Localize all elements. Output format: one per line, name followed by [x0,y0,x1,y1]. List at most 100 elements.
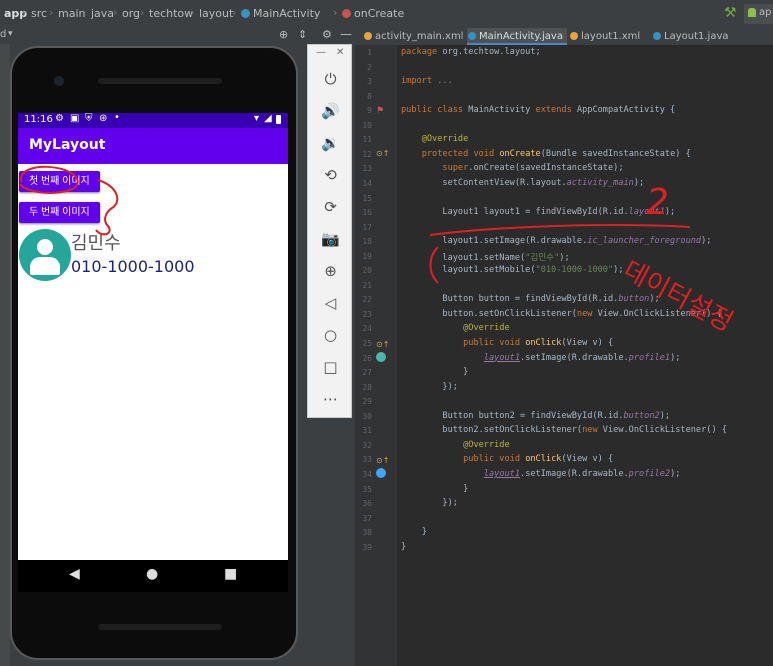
app-bar: MyLayout [18,128,288,164]
code-line[interactable]: import ... [401,76,453,86]
run-config-selector[interactable]: ap [744,4,773,24]
implement-gutter-icon: ⊙↑ [376,456,390,465]
override-gutter-icon: ⊙↑ [376,149,390,158]
home-icon[interactable]: ○ [308,321,353,349]
code-line[interactable]: } [401,367,468,377]
line-number: 13 [362,164,372,174]
line-number: 19 [362,251,372,261]
breadcrumb-src[interactable]: src [31,7,47,20]
close-icon[interactable]: ✕ [336,47,344,58]
line-number: 37 [362,513,372,523]
project-tree-strip [0,44,10,666]
settings-notification-icon: ⚙ [55,113,64,124]
java-class-icon [653,32,661,40]
line-number: 29 [362,397,372,407]
line-number: 10 [362,120,372,130]
breadcrumb-separator-icon: › [82,6,87,19]
rotate-right-icon[interactable]: ⟳ [308,193,353,221]
build-hammer-icon[interactable]: ⚒ [724,5,737,21]
line-number: 22 [362,295,372,305]
class-gutter-icon: ⚑ [376,106,385,116]
code-line[interactable]: } [401,527,427,537]
more-icon[interactable]: ⋯ [308,385,353,413]
line-number: 2 [367,62,372,72]
avatar-gutter-icon [376,352,386,362]
profile-mobile: 010-1000-1000 [71,257,195,276]
breadcrumb-layout[interactable]: layout [199,7,233,20]
annotation-circle-1 [19,165,79,194]
tab-label: Layout1.java [664,31,729,42]
code-line[interactable]: layout1.setImage(R.drawable.profile2); [401,469,681,479]
tab-activity-main-xml[interactable]: activity_main.xml [363,28,475,45]
target-icon[interactable]: ⊕ [279,28,288,41]
breadcrumb-java[interactable]: java [91,7,114,20]
speaker-grille [98,78,222,84]
code-line[interactable]: Button button2 = findViewById(R.id.butto… [401,411,670,421]
wifi-icon: ▾ [254,113,260,124]
code-line[interactable]: }); [401,498,458,508]
breadcrumb-mainactivity[interactable]: MainActivity [253,7,320,20]
zoom-icon[interactable]: ⊕ [308,257,353,285]
breadcrumb-separator-icon: › [232,6,237,19]
annotation-scribble [19,165,119,236]
code-line[interactable]: layout1.setImage(R.drawable.profile1); [401,353,681,363]
code-line[interactable]: } [401,484,468,494]
code-line[interactable]: }); [401,382,458,392]
line-number: 28 [362,382,372,392]
code-line[interactable]: @Override [401,440,510,450]
line-number: 23 [362,309,372,319]
code-line[interactable]: public class MainActivity extends AppCom… [401,105,675,115]
minimize-icon[interactable]: — [340,27,352,41]
line-number: 33 [362,455,372,465]
annotation-underline [429,224,691,236]
breadcrumb-separator-icon: › [333,6,338,19]
breadcrumb-techtow[interactable]: techtow [149,7,193,20]
back-icon[interactable]: ◁ [308,289,353,317]
tab-layout1-xml[interactable]: layout1.xml [569,28,663,45]
tab-label: MainActivity.java [479,31,563,42]
breadcrumb-separator-icon: › [22,6,27,19]
code-line[interactable]: public void onClick(View v) { [401,338,613,348]
back-nav-icon[interactable]: ◀ [69,566,80,582]
home-nav-icon[interactable]: ● [146,566,158,582]
line-number: 3 [367,77,372,87]
power-icon[interactable]: ⏻ [308,65,353,93]
gear-icon[interactable]: ⚙ [322,28,332,41]
volume-up-icon[interactable]: 🔊 [308,97,353,125]
breadcrumb-separator-icon: › [113,6,118,19]
tab-mainactivity-java[interactable]: MainActivity.java [467,28,567,45]
breadcrumb-org[interactable]: org [122,7,140,20]
annotation-number: 2 [646,182,669,223]
line-number: 17 [362,222,372,232]
avatar-gutter-icon [376,468,386,478]
code-line[interactable]: button2.setOnClickListener(new View.OnCl… [401,425,727,435]
volume-down-icon[interactable]: 🔉 [308,129,353,157]
code-line[interactable]: } [401,542,406,552]
code-line[interactable]: public void onClick(View v) { [401,454,613,464]
line-number: 8 [367,91,372,101]
code-line[interactable]: package org.techtow.layout; [401,47,541,57]
overview-nav-icon[interactable]: ■ [224,566,237,582]
code-line[interactable]: @Override [401,134,469,144]
line-number: 31 [362,426,372,436]
android-nav-bar: ◀ ● ■ [18,560,288,592]
breadcrumb-separator-icon: › [190,6,195,19]
tab-layout1-java[interactable]: Layout1.java [652,28,746,45]
shield-notification-icon: ⛨ [85,113,93,124]
line-number: 36 [362,499,372,509]
code-line[interactable]: protected void onCreate(Bundle savedInst… [401,149,691,159]
breadcrumb-separator-icon: › [140,6,145,19]
line-number: 1 [367,48,372,57]
camera-icon[interactable]: 📷 [308,225,353,253]
code-line[interactable]: super.onCreate(savedInstanceState); [401,163,623,173]
signal-icon: ◢ [264,113,272,124]
editor-tabs: activity_main.xml MainActivity.java layo… [355,28,773,46]
minimize-icon[interactable]: — [316,47,326,58]
overview-icon[interactable]: □ [308,353,353,381]
dropdown-arrow-icon[interactable]: ▾ [8,29,13,39]
collapse-icon[interactable]: ⇕ [298,28,307,41]
rotate-left-icon[interactable]: ⟲ [308,161,353,189]
breadcrumb-oncreate[interactable]: onCreate [354,7,404,20]
line-number: 30 [362,411,372,421]
line-number: 11 [362,135,372,145]
